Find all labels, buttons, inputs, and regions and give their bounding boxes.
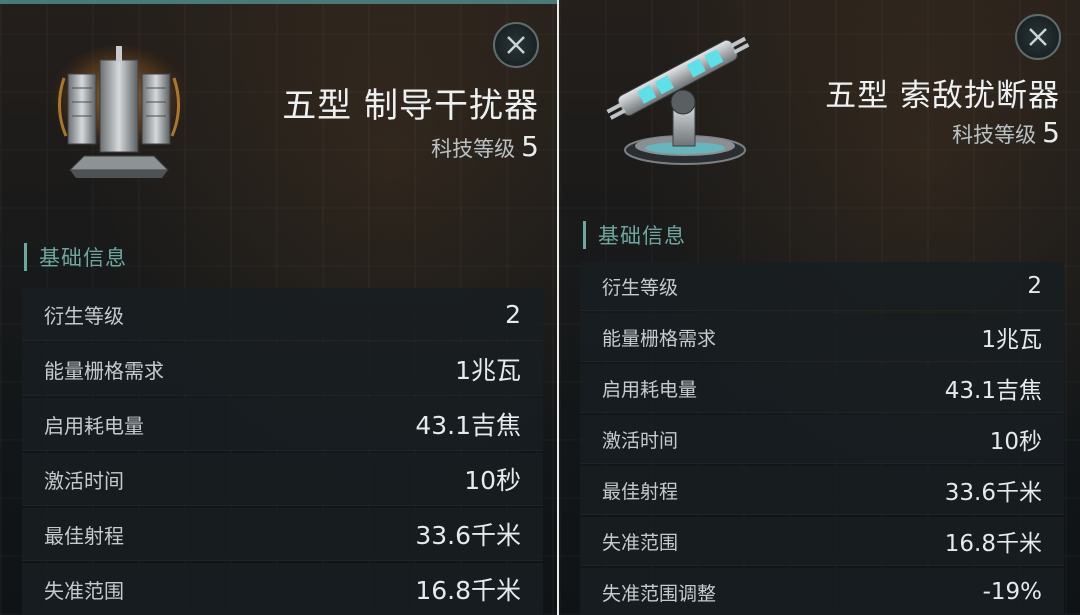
close-icon xyxy=(507,36,525,54)
stat-value: 16.8千米 xyxy=(944,531,1042,557)
item-title: 五型 索敌扰断器 xyxy=(825,78,1060,114)
panel-top-accent xyxy=(0,0,557,4)
stat-value: -19% xyxy=(982,579,1042,605)
stat-row: 衍生等级 2 xyxy=(22,288,543,341)
sensor-dampener-turret-icon xyxy=(599,22,764,172)
stat-value: 33.6千米 xyxy=(944,480,1042,506)
item-info-panel-right: 五型 索敌扰断器 科技等级 5 基础信息 衍生等级 2 能量栅格需求 1兆瓦 启… xyxy=(559,0,1080,615)
tech-level: 科技等级 5 xyxy=(952,116,1060,149)
item-title: 五型 制导干扰器 xyxy=(282,86,539,126)
stat-row: 激活时间 10秒 xyxy=(580,415,1064,464)
stat-value: 16.8千米 xyxy=(415,576,521,605)
stat-row: 最佳射程 33.6千米 xyxy=(580,466,1064,515)
section-accent-bar xyxy=(583,221,586,249)
stat-value: 1兆瓦 xyxy=(981,327,1042,353)
stat-value: 1兆瓦 xyxy=(455,356,521,385)
stat-row: 最佳射程 33.6千米 xyxy=(22,508,543,561)
stat-label: 失准范围 xyxy=(44,578,124,603)
close-icon xyxy=(1029,28,1047,46)
tech-level-value: 5 xyxy=(1042,116,1060,149)
stat-row: 能量栅格需求 1兆瓦 xyxy=(580,313,1064,362)
stat-label: 衍生等级 xyxy=(44,303,124,328)
stat-row: 失准范围 16.8千米 xyxy=(22,563,543,615)
stat-label: 能量栅格需求 xyxy=(602,327,717,350)
stat-label: 最佳射程 xyxy=(602,480,679,503)
stat-row: 失准范围调整 -19% xyxy=(580,568,1064,615)
section-title: 基础信息 xyxy=(39,246,127,270)
stat-label: 启用耗电量 xyxy=(44,413,144,438)
stats-list: 衍生等级 2 能量栅格需求 1兆瓦 启用耗电量 43.1吉焦 激活时间 10秒 … xyxy=(580,262,1064,615)
stat-row: 激活时间 10秒 xyxy=(22,453,543,506)
stat-value: 33.6千米 xyxy=(415,521,521,550)
guidance-disruptor-module-icon xyxy=(44,38,194,188)
tech-level: 科技等级 5 xyxy=(431,130,539,163)
stat-value: 43.1吉焦 xyxy=(944,378,1042,404)
stat-row: 失准范围 16.8千米 xyxy=(580,517,1064,566)
stat-label: 激活时间 xyxy=(44,468,124,493)
item-info-panel-left: 五型 制导干扰器 科技等级 5 基础信息 衍生等级 2 能量栅格需求 1兆瓦 启… xyxy=(0,0,557,615)
stat-label: 能量栅格需求 xyxy=(44,358,164,383)
tech-level-label: 科技等级 xyxy=(952,123,1037,147)
stat-value: 2 xyxy=(505,299,521,329)
section-title: 基础信息 xyxy=(598,224,686,248)
stat-label: 失准范围调整 xyxy=(602,582,717,605)
tech-level-label: 科技等级 xyxy=(431,137,516,161)
stat-value: 43.1吉焦 xyxy=(415,411,521,440)
stat-row: 启用耗电量 43.1吉焦 xyxy=(580,364,1064,413)
close-button[interactable] xyxy=(493,22,539,68)
stat-label: 最佳射程 xyxy=(44,523,124,548)
close-button[interactable] xyxy=(1015,14,1061,60)
section-header-basic-info: 基础信息 xyxy=(24,242,127,272)
stat-value: 2 xyxy=(1027,273,1042,299)
stat-label: 启用耗电量 xyxy=(602,378,698,401)
stat-row: 能量栅格需求 1兆瓦 xyxy=(22,343,543,396)
stat-row: 衍生等级 2 xyxy=(580,262,1064,311)
stat-value: 10秒 xyxy=(989,429,1042,455)
stats-list: 衍生等级 2 能量栅格需求 1兆瓦 启用耗电量 43.1吉焦 激活时间 10秒 … xyxy=(22,288,543,615)
stat-label: 衍生等级 xyxy=(602,276,679,299)
section-accent-bar xyxy=(24,243,27,271)
section-header-basic-info: 基础信息 xyxy=(583,220,686,250)
stat-row: 启用耗电量 43.1吉焦 xyxy=(22,398,543,451)
stat-label: 失准范围 xyxy=(602,531,679,554)
stat-value: 10秒 xyxy=(464,466,521,495)
tech-level-value: 5 xyxy=(521,130,539,163)
stat-label: 激活时间 xyxy=(602,429,679,452)
